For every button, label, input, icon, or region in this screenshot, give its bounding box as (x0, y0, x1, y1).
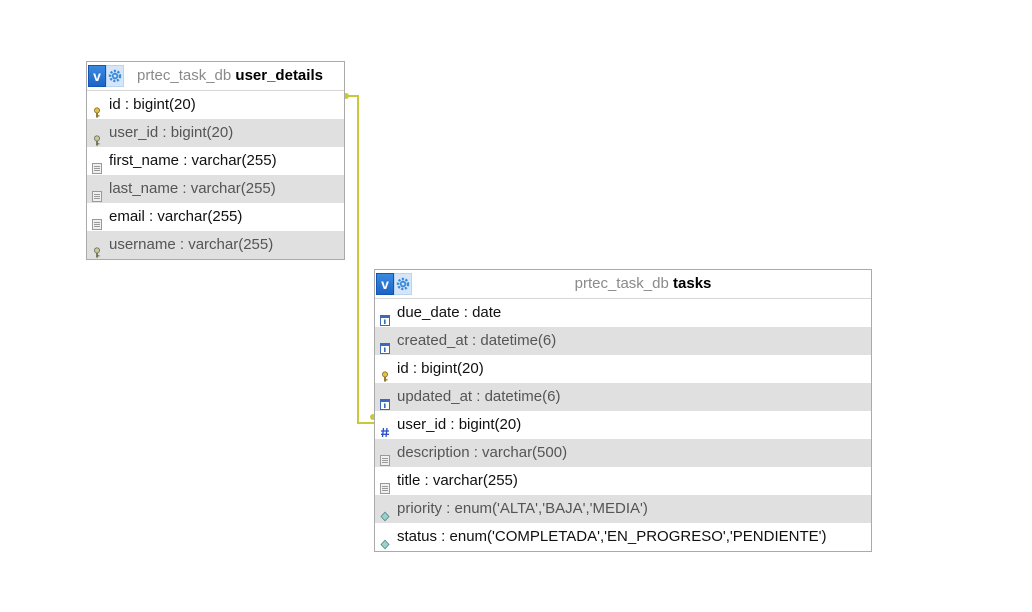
column-row[interactable]: email : varchar(255) (87, 203, 344, 231)
date-icon (380, 308, 390, 326)
column-label: id : bigint(20) (109, 96, 196, 113)
column-list: due_date : date created_at : datetime(6) i… (375, 299, 871, 551)
text-field-icon (92, 212, 102, 230)
column-row[interactable]: description : varchar(500) (375, 439, 871, 467)
column-label: user_id : bigint(20) (397, 416, 522, 433)
column-row[interactable]: id : bigint(20) (375, 355, 871, 383)
table-title[interactable]: prtec_task_db tasks (375, 270, 871, 298)
text-field-icon (92, 184, 102, 202)
relation-line-user-id[interactable] (345, 95, 374, 424)
table-header[interactable]: v prtec_task_db tasks (375, 270, 871, 299)
column-row[interactable]: priority : enum('ALTA','BAJA','MEDIA') (375, 495, 871, 523)
table-name: user_details (235, 67, 323, 84)
table-header[interactable]: v prtec_task_db user_details (87, 62, 344, 91)
table-name: tasks (673, 275, 712, 292)
table-db-name: prtec_task_db (574, 275, 669, 292)
column-label: username : varchar(255) (109, 236, 274, 253)
date-icon (380, 392, 390, 410)
table-tasks[interactable]: v prtec_task_db tasks due_date : date cre… (374, 269, 872, 552)
primary-key-icon (92, 100, 102, 118)
unique-key-icon (92, 128, 102, 146)
column-row[interactable]: created_at : datetime(6) (375, 327, 871, 355)
column-label: created_at : datetime(6) (397, 332, 557, 349)
text-field-icon (380, 476, 390, 494)
column-row[interactable]: status : enum('COMPLETADA','EN_PROGRESO'… (375, 523, 871, 551)
column-label: updated_at : datetime(6) (397, 388, 561, 405)
settings-button[interactable] (106, 65, 124, 87)
column-label: status : enum('COMPLETADA','EN_PROGRESO'… (397, 528, 827, 545)
column-list: id : bigint(20) user_id : bigint(20) first… (87, 91, 344, 259)
toggle-columns-button[interactable]: v (88, 65, 106, 87)
column-label: email : varchar(255) (109, 208, 243, 225)
table-user-details[interactable]: v prtec_task_db user_details id : bigint… (86, 61, 345, 260)
designer-canvas: v prtec_task_db user_details id : bigint… (0, 0, 1032, 612)
column-row[interactable]: user_id : bigint(20) (87, 119, 344, 147)
text-field-icon (92, 156, 102, 174)
enum-icon (380, 532, 390, 550)
column-row[interactable]: first_name : varchar(255) (87, 147, 344, 175)
column-label: user_id : bigint(20) (109, 124, 234, 141)
column-row[interactable]: due_date : date (375, 299, 871, 327)
column-row[interactable]: updated_at : datetime(6) (375, 383, 871, 411)
column-row[interactable]: user_id : bigint(20) (375, 411, 871, 439)
column-row[interactable]: username : varchar(255) (87, 231, 344, 259)
column-label: title : varchar(255) (397, 472, 518, 489)
column-label: first_name : varchar(255) (109, 152, 277, 169)
column-label: description : varchar(500) (397, 444, 568, 461)
primary-key-icon (380, 364, 390, 382)
column-label: priority : enum('ALTA','BAJA','MEDIA') (397, 500, 648, 517)
column-row[interactable]: last_name : varchar(255) (87, 175, 344, 203)
text-field-icon (380, 448, 390, 466)
unique-key-icon (92, 240, 102, 258)
gear-icon (108, 69, 122, 83)
numeric-hash-icon (380, 420, 390, 438)
table-db-name: prtec_task_db (137, 67, 232, 84)
column-row[interactable]: title : varchar(255) (375, 467, 871, 495)
table-title[interactable]: prtec_task_db user_details (137, 62, 323, 90)
column-label: due_date : date (397, 304, 502, 321)
column-label: last_name : varchar(255) (109, 180, 276, 197)
date-icon (380, 336, 390, 354)
column-row[interactable]: id : bigint(20) (87, 91, 344, 119)
enum-icon (380, 504, 390, 522)
column-label: id : bigint(20) (397, 360, 484, 377)
